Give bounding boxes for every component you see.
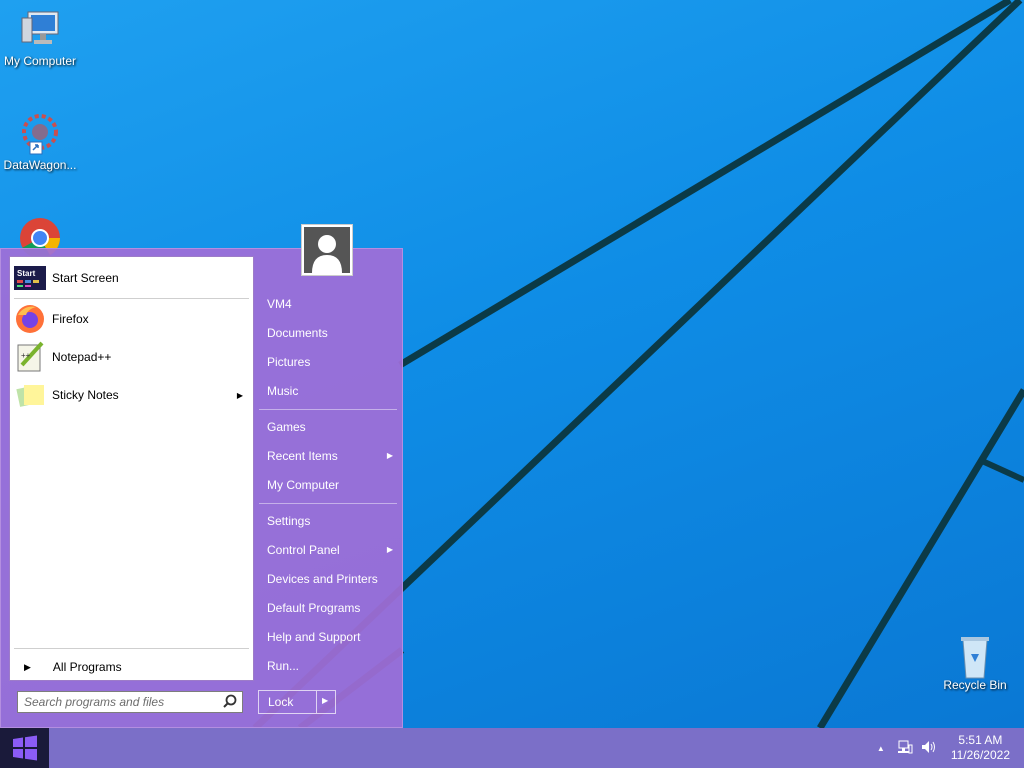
show-hidden-icons-icon[interactable]: ▲ — [877, 744, 885, 753]
place-label: Run... — [267, 659, 300, 673]
desktop-icon-recycle-bin[interactable]: Recycle Bin — [935, 632, 1015, 692]
program-label: Firefox — [52, 312, 89, 326]
windows-logo-icon — [12, 735, 37, 761]
place-label: My Computer — [267, 478, 340, 492]
place-label: Settings — [267, 514, 311, 528]
clock[interactable]: 5:51 AM 11/26/2022 — [951, 733, 1010, 763]
system-tray: ▲ 5:51 AM 11/26/2022 — [877, 728, 1024, 768]
desktop-icon-label: Recycle Bin — [943, 678, 1007, 692]
notepadpp-icon: ++ — [14, 341, 46, 373]
clock-date: 11/26/2022 — [950, 748, 1010, 762]
desktop-icon-label: DataWagon... — [3, 158, 77, 172]
place-pictures[interactable]: Pictures — [267, 351, 399, 373]
place-control-panel[interactable]: Control Panel ▶ — [267, 539, 399, 561]
desktop-icon-my-computer[interactable]: My Computer — [0, 8, 80, 68]
recycle-bin-icon — [951, 632, 999, 679]
all-programs-arrow-icon: ▶ — [24, 661, 31, 672]
lock-divider — [316, 691, 317, 713]
lock-button[interactable]: Lock — [268, 695, 293, 709]
all-programs-label: All Programs — [52, 660, 122, 674]
submenu-arrow-icon: ▶ — [236, 390, 243, 400]
place-label: VM4 — [267, 297, 292, 311]
place-label: Control Panel — [267, 543, 340, 557]
desktop-icon-label: My Computer — [3, 54, 77, 68]
place-label: Help and Support — [267, 630, 361, 644]
firefox-icon — [14, 303, 46, 335]
search-icon[interactable] — [223, 694, 237, 711]
start-button[interactable] — [0, 728, 49, 768]
search-placeholder: Search programs and files — [24, 695, 165, 709]
place-music[interactable]: Music — [267, 380, 399, 402]
volume-icon[interactable] — [921, 740, 937, 757]
programs-pane: Start Start Screen Firefox ++ Notepad++ … — [9, 256, 254, 681]
place-vm4[interactable]: VM4 — [267, 293, 399, 315]
submenu-arrow-icon: ▶ — [386, 451, 393, 460]
program-start-screen[interactable]: Start Start Screen — [14, 261, 249, 295]
svg-text:++: ++ — [21, 351, 31, 360]
power-options-arrow-icon[interactable]: ▶ — [322, 696, 328, 705]
program-label: Sticky Notes — [52, 388, 119, 402]
place-help-support[interactable]: Help and Support — [267, 626, 399, 648]
place-games[interactable]: Games — [267, 416, 399, 438]
start-screen-icon: Start — [14, 262, 46, 294]
place-default-programs[interactable]: Default Programs — [267, 597, 399, 619]
place-recent-items[interactable]: Recent Items ▶ — [267, 445, 399, 467]
svg-text:Start: Start — [17, 269, 36, 278]
place-label: Devices and Printers — [267, 572, 378, 586]
places-divider — [259, 503, 397, 504]
place-label: Pictures — [267, 355, 311, 369]
program-label: Start Screen — [52, 271, 119, 285]
sticky-notes-icon — [14, 379, 46, 411]
user-avatar[interactable] — [301, 224, 353, 276]
place-label: Games — [267, 420, 306, 434]
place-run[interactable]: Run... — [267, 655, 399, 677]
submenu-arrow-icon: ▶ — [386, 545, 393, 554]
search-input[interactable]: Search programs and files — [17, 691, 243, 713]
place-label: Music — [267, 384, 299, 398]
all-programs-divider — [14, 648, 249, 649]
computer-icon — [16, 8, 64, 52]
datawagon-icon — [16, 112, 64, 156]
user-icon — [304, 227, 350, 273]
place-devices-printers[interactable]: Devices and Printers — [267, 568, 399, 590]
place-my-computer[interactable]: My Computer — [267, 474, 399, 496]
place-documents[interactable]: Documents — [267, 322, 399, 344]
program-sticky-notes[interactable]: Sticky Notes ▶ — [14, 378, 249, 412]
place-label: Documents — [267, 326, 328, 340]
taskbar: ▲ 5:51 AM 11/26/2022 — [0, 728, 1024, 768]
programs-divider — [14, 298, 249, 299]
place-label: Recent Items — [267, 449, 338, 463]
desktop-icon-datawagon[interactable]: DataWagon... — [0, 112, 80, 172]
place-label: Default Programs — [267, 601, 361, 615]
clock-time: 5:51 AM — [958, 733, 1003, 747]
program-notepadpp[interactable]: ++ Notepad++ — [14, 340, 249, 374]
program-firefox[interactable]: Firefox — [14, 302, 249, 336]
places-divider — [259, 409, 397, 410]
program-label: Notepad++ — [52, 350, 112, 364]
network-icon[interactable] — [897, 740, 913, 757]
place-settings[interactable]: Settings — [267, 510, 399, 532]
all-programs-button[interactable]: ▶ All Programs — [18, 655, 253, 679]
start-menu: Start Start Screen Firefox ++ Notepad++ … — [0, 248, 403, 728]
lock-button-group: Lock ▶ — [258, 690, 336, 714]
